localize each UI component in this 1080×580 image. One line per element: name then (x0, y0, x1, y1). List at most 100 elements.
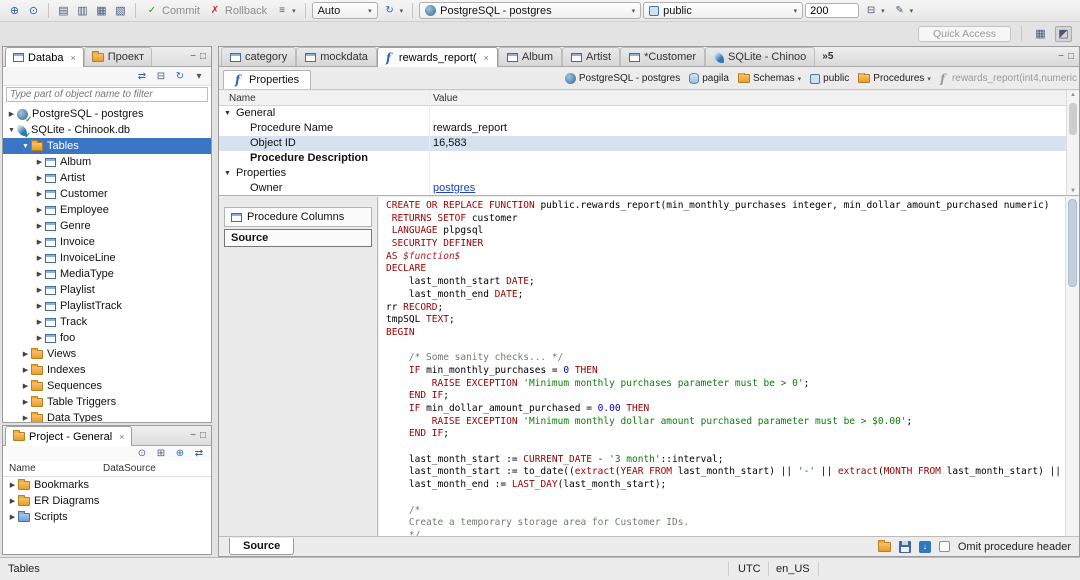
add-icon[interactable]: ⊕ (173, 446, 187, 462)
collapsed-arrow-icon[interactable]: ▶ (34, 270, 45, 278)
editor-tab-category[interactable]: category (221, 47, 297, 66)
tab-project-general[interactable]: Project - General × (5, 426, 133, 446)
view-menu-icon[interactable]: ▾ (192, 68, 206, 84)
schema-combo[interactable]: public ▾ (643, 2, 804, 19)
editor-tab-customer[interactable]: *Customer (620, 47, 706, 66)
maximize-view-icon[interactable]: □ (200, 51, 206, 62)
tree-item-table-triggers[interactable]: ▶ Table Triggers (3, 394, 211, 410)
minimize-view-icon[interactable]: − (190, 430, 196, 441)
new-connection-icon[interactable]: ⊕ (6, 3, 23, 19)
tree-item-playlisttrack[interactable]: ▶ PlaylistTrack (3, 298, 211, 314)
property-row-properties[interactable]: ▼ Properties (219, 166, 1079, 181)
tab-properties[interactable]: Properties (223, 69, 312, 89)
tree-item-album[interactable]: ▶ Album (3, 154, 211, 170)
tree-item-tables[interactable]: ▼ Tables (3, 138, 211, 154)
tree-item-sqlite-chinook-db[interactable]: ▼ SQLite - Chinook.db (3, 122, 211, 140)
collapsed-arrow-icon[interactable]: ▶ (20, 366, 31, 374)
tree-item-data-types[interactable]: ▶ Data Types (3, 410, 211, 422)
properties-scrollbar[interactable] (1066, 91, 1079, 195)
minimize-view-icon[interactable]: − (190, 51, 196, 62)
tree-item-invoiceline[interactable]: ▶ InvoiceLine (3, 250, 211, 266)
property-row-owner[interactable]: Owner postgres (219, 181, 1079, 196)
tree-item-artist[interactable]: ▶ Artist (3, 170, 211, 186)
tree-item-postgresql-postgres[interactable]: ▶ PostgreSQL - postgres (3, 106, 211, 124)
tree-item-sequences[interactable]: ▶ Sequences (3, 378, 211, 394)
status-locale[interactable]: en_US (776, 563, 810, 575)
tree-item-mediatype[interactable]: ▶ MediaType (3, 266, 211, 282)
maximize-view-icon[interactable]: □ (200, 430, 206, 441)
recent-sql-editor-icon[interactable]: ▧ (112, 3, 129, 19)
tab-projects[interactable]: Проект (83, 47, 152, 66)
sql-source-editor[interactable]: CREATE OR REPLACE FUNCTION public.reward… (379, 197, 1065, 536)
breadcrumb-item-rewards-report-int4-numeric[interactable]: rewards_report(int4,numeric (940, 73, 1077, 85)
fetch-size-input[interactable] (805, 3, 860, 18)
tree-item-invoice[interactable]: ▶ Invoice (3, 234, 211, 250)
collapsed-arrow-icon[interactable]: ▶ (34, 334, 45, 342)
collapsed-arrow-icon[interactable]: ▶ (34, 286, 45, 294)
breadcrumb-item-pagila[interactable]: pagila (689, 73, 729, 84)
collapsed-arrow-icon[interactable]: ▶ (7, 513, 18, 521)
editor-tab-album[interactable]: Album (497, 47, 562, 66)
property-value[interactable]: postgres (433, 182, 475, 194)
collapsed-arrow-icon[interactable]: ▶ (34, 302, 45, 310)
maximize-view-icon[interactable]: □ (1068, 51, 1074, 62)
refresh-button[interactable]: ↻ ▾ (380, 2, 407, 20)
refresh-icon[interactable]: ↻ (173, 68, 187, 84)
collapsed-arrow-icon[interactable]: ▶ (20, 398, 31, 406)
expanded-arrow-icon[interactable]: ▼ (6, 127, 17, 134)
omit-procedure-header-checkbox[interactable] (938, 541, 950, 552)
collapsed-arrow-icon[interactable]: ▶ (34, 158, 45, 166)
project-item-scripts[interactable]: ▶ Scripts (3, 509, 211, 525)
scrollbar-thumb[interactable] (1068, 199, 1077, 287)
source-scrollbar[interactable] (1065, 197, 1079, 536)
collapsed-arrow-icon[interactable]: ▶ (20, 414, 31, 422)
filter-button[interactable]: ⊟ ▾ (861, 2, 888, 20)
expanded-arrow-icon[interactable]: ▼ (224, 170, 231, 177)
new-sql-editor-icon[interactable]: ▥ (74, 3, 91, 19)
collapsed-arrow-icon[interactable]: ▶ (34, 318, 45, 326)
tab-database-navigator[interactable]: Databa × (5, 47, 84, 67)
tree-item-playlist[interactable]: ▶ Playlist (3, 282, 211, 298)
collapsed-arrow-icon[interactable]: ▶ (6, 110, 17, 118)
link-with-editor-icon[interactable]: ⇄ (192, 446, 206, 462)
property-row-general[interactable]: ▼ General (219, 106, 1079, 121)
open-perspective-icon[interactable]: ▦ (1032, 26, 1049, 42)
breadcrumb-item-schemas[interactable]: Schemas ▾ (737, 72, 801, 84)
tree-item-views[interactable]: ▶ Views (3, 346, 211, 362)
minimize-view-icon[interactable]: − (1058, 51, 1064, 62)
tree-item-foo[interactable]: ▶ foo (3, 330, 211, 346)
quick-access-field[interactable]: Quick Access (917, 25, 1011, 42)
breadcrumb-item-postgresql-postgres[interactable]: PostgreSQL - postgres (564, 73, 680, 84)
collapsed-arrow-icon[interactable]: ▶ (20, 382, 31, 390)
bottom-tab-source[interactable]: Source (229, 538, 295, 555)
commit-mode-combo[interactable]: Auto ▾ (311, 2, 378, 19)
collapsed-arrow-icon[interactable]: ▶ (7, 497, 18, 505)
collapsed-arrow-icon[interactable]: ▶ (34, 254, 45, 262)
tree-item-indexes[interactable]: ▶ Indexes (3, 362, 211, 378)
property-row-object-id[interactable]: Object ID 16,583 (219, 136, 1079, 151)
tree-item-track[interactable]: ▶ Track (3, 314, 211, 330)
rollback-button[interactable]: ✗ Rollback (205, 2, 270, 20)
sql-editor-icon[interactable]: ▤ (55, 3, 72, 19)
collapsed-arrow-icon[interactable]: ▶ (34, 190, 45, 198)
breadcrumb-item-public[interactable]: public (810, 73, 849, 84)
tab-overflow-indicator[interactable]: »5 (822, 51, 833, 62)
collapsed-arrow-icon[interactable]: ▶ (7, 481, 18, 489)
collapse-all-icon[interactable]: ⊟ (154, 68, 168, 84)
status-timezone[interactable]: UTC (738, 563, 761, 575)
editor-tab-mockdata[interactable]: mockdata (296, 47, 377, 66)
collapsed-arrow-icon[interactable]: ▶ (20, 350, 31, 358)
collapsed-arrow-icon[interactable]: ▶ (34, 174, 45, 182)
tab-procedure-columns[interactable]: Procedure Columns (224, 207, 372, 227)
close-tab-icon[interactable]: × (70, 53, 75, 63)
tab-source[interactable]: Source (224, 229, 372, 247)
edit-button[interactable]: ✎ ▾ (890, 2, 917, 20)
close-tab-icon[interactable]: × (484, 53, 489, 63)
property-row-procedure-name[interactable]: Procedure Name rewards_report (219, 121, 1079, 136)
tree-item-employee[interactable]: ▶ Employee (3, 202, 211, 218)
editor-tab-sqlite-chinoo[interactable]: SQLite - Chinoo (705, 47, 816, 66)
connect-icon[interactable]: ⊙ (25, 3, 42, 19)
gear-icon[interactable]: ⊙ (135, 446, 149, 462)
load-from-file-icon[interactable] (877, 539, 891, 552)
collapsed-arrow-icon[interactable]: ▶ (34, 206, 45, 214)
